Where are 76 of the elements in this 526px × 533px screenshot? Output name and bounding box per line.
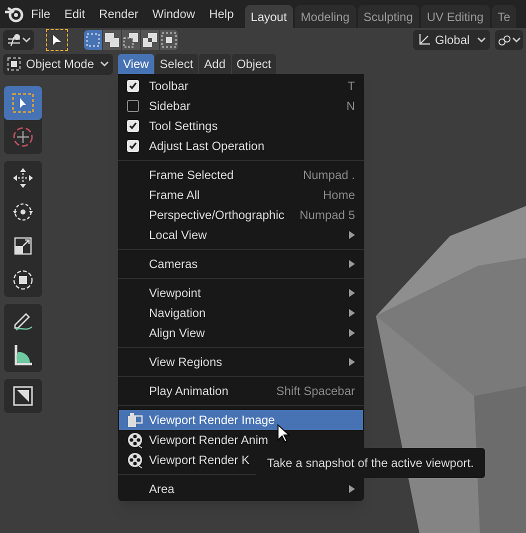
subtract-select-icon — [123, 32, 139, 48]
chevron-down-icon — [512, 37, 520, 43]
select-mode-button[interactable] — [84, 30, 102, 50]
link-icon — [498, 34, 510, 46]
intersect-select-icon — [161, 32, 177, 48]
menu-item[interactable]: Area — [119, 479, 363, 499]
render-image-icon — [127, 412, 143, 428]
pivot-icon — [6, 33, 20, 47]
menu-item[interactable]: Help — [202, 5, 241, 23]
transform-pivot-button[interactable] — [3, 30, 34, 50]
menu-item[interactable]: Adjust Last Operation — [119, 136, 363, 156]
checkbox[interactable] — [127, 100, 139, 112]
workspace-tab[interactable]: UV Editing — [420, 5, 490, 28]
shortcut-label: T — [348, 78, 355, 95]
menu-item[interactable]: Align View — [119, 323, 363, 343]
tooltip: Take a snapshot of the active viewport. — [256, 448, 485, 478]
box-select-icon — [85, 32, 101, 48]
menu-item[interactable]: Tool Settings — [119, 116, 363, 136]
menu-item[interactable]: Toolbar T — [119, 76, 363, 96]
select-box-icon — [11, 91, 35, 115]
menu-item[interactable]: Frame All Home — [119, 185, 363, 205]
menu-item[interactable]: Sidebar N — [119, 96, 363, 116]
menu-item[interactable]: Local View — [119, 225, 363, 245]
workspace-tab[interactable]: Modeling — [294, 5, 356, 28]
workspace-tab[interactable]: Layout — [244, 5, 293, 28]
menu-item[interactable]: Frame Selected Numpad . — [119, 165, 363, 185]
menu-item[interactable]: Navigation — [119, 303, 363, 323]
select-mode-button[interactable] — [103, 30, 121, 50]
chevron-down-icon — [477, 37, 486, 43]
select-mode-button[interactable] — [160, 30, 178, 50]
menu-item[interactable]: File — [24, 5, 58, 23]
axes-icon — [417, 33, 431, 47]
header-menu[interactable]: Select — [154, 54, 198, 74]
shortcut-label: Shift Spacebar — [276, 383, 355, 400]
header-menu[interactable]: View — [118, 54, 154, 74]
shortcut-label: Numpad . — [302, 167, 355, 184]
film-reel-icon — [127, 432, 144, 448]
mouse-pointer-icon — [277, 424, 290, 443]
checkbox[interactable] — [127, 140, 139, 152]
menu-item[interactable]: Viewport Render Anim — [119, 430, 363, 450]
object-mode-icon — [7, 57, 21, 71]
menu-item[interactable]: Perspective/Orthographic Numpad 5 — [119, 205, 363, 225]
menu-item[interactable]: View Regions — [119, 352, 363, 372]
checkbox[interactable] — [127, 120, 139, 132]
menu-item[interactable]: Viewpoint — [119, 283, 363, 303]
workspace-tab[interactable]: Te — [492, 5, 516, 28]
mode-dropdown[interactable]: Object Mode — [3, 54, 113, 74]
menu-item[interactable]: Viewport Render Image — [119, 410, 363, 430]
difference-select-icon — [142, 32, 158, 48]
move-icon — [11, 166, 35, 190]
chevron-down-icon — [100, 61, 109, 67]
logo-icon[interactable] — [4, 5, 24, 23]
shortcut-label: N — [346, 98, 355, 115]
header-menu[interactable]: Add — [199, 54, 231, 74]
chevron-down-icon — [22, 37, 30, 43]
shortcut-label: Home — [322, 187, 355, 204]
menu-item[interactable]: Cameras — [119, 254, 363, 274]
tool-button[interactable] — [46, 29, 68, 51]
shortcut-label: Numpad 5 — [300, 207, 355, 224]
add-cube-icon — [11, 384, 35, 408]
header-menu[interactable]: Object — [232, 54, 276, 74]
cursor-icon — [11, 125, 35, 149]
menu-item[interactable]: Play Animation Shift Spacebar — [119, 381, 363, 401]
menu-item[interactable]: Window — [145, 5, 202, 23]
snap-dropdown[interactable] — [495, 30, 523, 50]
select-mode-button[interactable] — [122, 30, 140, 50]
menu-item[interactable]: Render — [92, 5, 146, 23]
menu-item[interactable]: Edit — [57, 5, 92, 23]
checkbox[interactable] — [127, 80, 139, 92]
extend-select-icon — [104, 32, 120, 48]
workspace-tab[interactable]: Sculpting — [358, 5, 419, 28]
film-reel-icon — [127, 452, 144, 468]
select-mode-button[interactable] — [141, 30, 159, 50]
transform-icon — [11, 268, 35, 292]
orientation-dropdown[interactable]: Global — [413, 30, 490, 50]
cursor-arrow-icon — [52, 34, 62, 46]
